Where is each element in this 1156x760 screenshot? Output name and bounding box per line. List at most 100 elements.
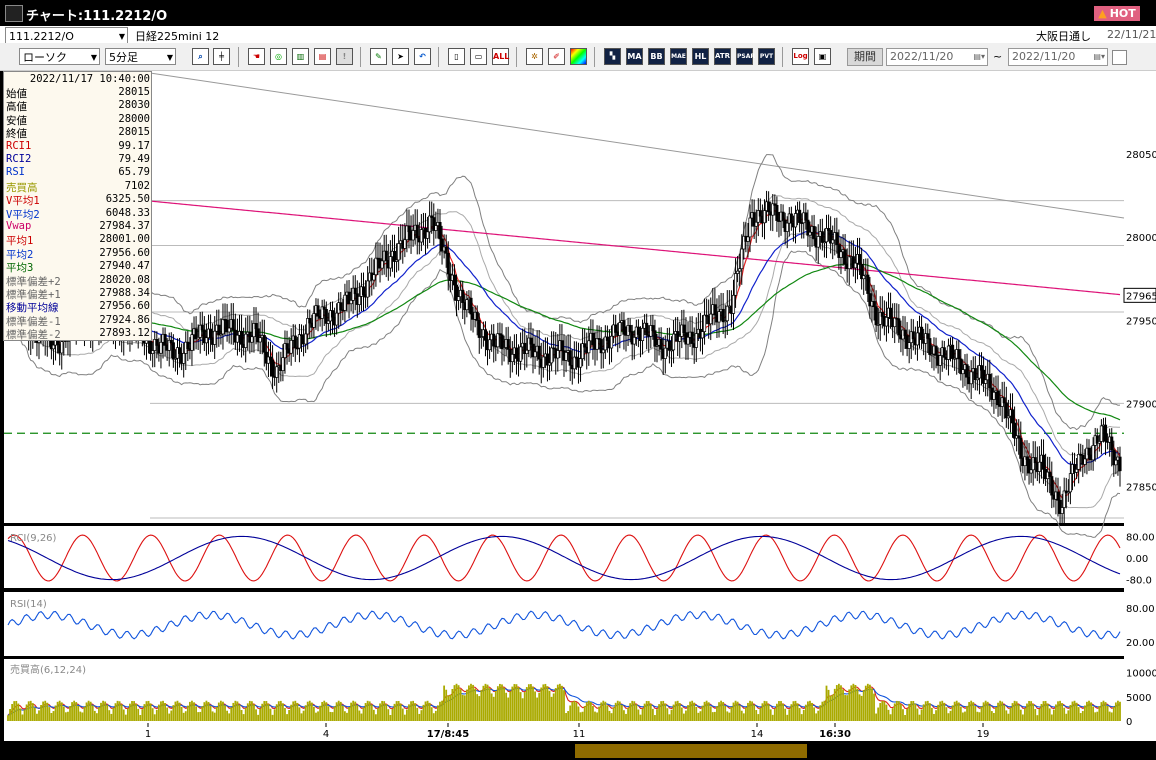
- candle-body: [434, 225, 438, 231]
- candle-body: [506, 339, 510, 350]
- volume-profile-button[interactable]: ▚: [604, 48, 621, 65]
- symbol-select[interactable]: 111.2212/O ▼: [5, 27, 128, 44]
- candle-body: [500, 334, 504, 350]
- candle-body: [713, 304, 717, 316]
- interval-select[interactable]: 5分足 ▼: [105, 48, 176, 65]
- candle-body: [519, 346, 523, 362]
- gear-icon[interactable]: ✲: [526, 48, 543, 65]
- volume-bar: [602, 700, 605, 721]
- volume-bar: [840, 685, 842, 721]
- chart-settings-icon[interactable]: ▤: [314, 48, 331, 65]
- date-to-field[interactable]: 2022/11/20 ▤▾: [1008, 48, 1108, 66]
- volume-bar: [885, 704, 888, 721]
- candle-body: [444, 246, 448, 254]
- range-separator: ~: [993, 50, 1003, 63]
- volume-bar: [747, 702, 749, 721]
- candle-body: [812, 226, 816, 239]
- candle-body: [525, 349, 529, 354]
- volume-bar: [893, 703, 896, 721]
- candle-body: [690, 331, 694, 344]
- atr-button[interactable]: ATR: [714, 48, 731, 65]
- volume-bar: [966, 705, 968, 721]
- chart-icon[interactable]: ▥: [292, 48, 309, 65]
- cursor-icon[interactable]: ➤: [392, 48, 409, 65]
- volume-bar: [873, 693, 875, 721]
- volume-bar: [918, 714, 921, 721]
- volume-bar: [257, 714, 259, 721]
- date-from-value: 2022/11/20: [890, 50, 954, 63]
- pen-icon[interactable]: ✎: [370, 48, 387, 65]
- candle-body: [775, 204, 779, 221]
- bb-button[interactable]: BB: [648, 48, 665, 65]
- volume-bar: [579, 712, 582, 721]
- time-label: 1: [145, 729, 151, 740]
- candle-body: [583, 343, 587, 348]
- candle-body: [734, 273, 738, 296]
- volume-bar: [517, 687, 520, 721]
- volume-bar: [207, 701, 210, 721]
- info-row-label: RSI: [6, 166, 25, 179]
- volume-bar: [660, 701, 663, 721]
- volume-bar: [606, 705, 609, 721]
- mae-button[interactable]: MAE: [670, 48, 687, 65]
- period-button[interactable]: 期間: [847, 48, 883, 66]
- volume-bar: [980, 706, 983, 721]
- zoom-icon[interactable]: ⌕: [192, 48, 209, 65]
- color-icon[interactable]: [570, 48, 587, 65]
- volume-bar: [279, 700, 282, 721]
- candle-body: [632, 336, 636, 345]
- candle-body: [428, 215, 432, 233]
- volume-bar: [864, 685, 867, 721]
- log-button[interactable]: Log: [792, 48, 809, 65]
- all-button[interactable]: ALL: [492, 48, 509, 65]
- date-from-field[interactable]: 2022/11/20 ▤▾: [886, 48, 988, 66]
- chart-type-select[interactable]: ローソク ▼: [19, 48, 100, 65]
- candle-body: [614, 324, 618, 333]
- volume-bar: [978, 712, 981, 721]
- pin-icon[interactable]: !: [336, 48, 353, 65]
- volume-bar: [488, 688, 491, 721]
- candle-body: [928, 338, 932, 355]
- volume-bar: [412, 700, 415, 721]
- candle-body: [330, 310, 335, 318]
- volume-bar: [815, 713, 818, 721]
- price-chart[interactable]: RCI(9,26) 80.00 0.00 -80.0 RSI(14) 80.00 20.0…: [0, 71, 1156, 760]
- candle-wide-icon[interactable]: ▭: [470, 48, 487, 65]
- range-checkbox[interactable]: [1112, 50, 1127, 65]
- candle-body: [1091, 445, 1095, 461]
- volume-bar: [658, 704, 660, 721]
- volume-bar: [532, 686, 534, 721]
- ma-button[interactable]: MA: [626, 48, 643, 65]
- volume-bar: [281, 703, 284, 721]
- candle-body: [457, 296, 461, 301]
- psar-button[interactable]: PSAR: [736, 48, 755, 65]
- candle-body: [640, 327, 645, 341]
- candle-body: [667, 340, 671, 351]
- volume-bar: [1119, 701, 1121, 721]
- volume-bar: [424, 701, 427, 721]
- volume-bar: [91, 705, 94, 721]
- volume-bar: [472, 684, 474, 721]
- undo-icon[interactable]: ↶: [414, 48, 431, 65]
- export-icon[interactable]: ▣: [814, 48, 831, 65]
- candle-body: [304, 333, 308, 345]
- crosshair-icon[interactable]: ╪: [213, 48, 230, 65]
- candle-body: [171, 342, 175, 360]
- hand-icon[interactable]: ☚: [248, 48, 265, 65]
- candle-narrow-icon[interactable]: ▯: [448, 48, 465, 65]
- pvt-button[interactable]: PVT: [758, 48, 775, 65]
- info-row: 標準偏差-2 27893.12: [6, 327, 150, 341]
- candle-body: [804, 212, 808, 221]
- magnify-icon[interactable]: ◎: [270, 48, 287, 65]
- info-row: Vwap 27984.37: [6, 220, 150, 233]
- volume-bar: [368, 701, 371, 721]
- candle-body: [419, 229, 423, 243]
- volume-bar: [565, 713, 567, 721]
- candle-body: [858, 254, 862, 265]
- volume-bar: [771, 714, 774, 721]
- tool-icon[interactable]: ✐: [548, 48, 565, 65]
- hot-button[interactable]: ▲ HOT: [1094, 6, 1140, 21]
- hl-button[interactable]: HL: [692, 48, 709, 65]
- volume-bar: [608, 710, 611, 721]
- volume-bar: [974, 706, 977, 721]
